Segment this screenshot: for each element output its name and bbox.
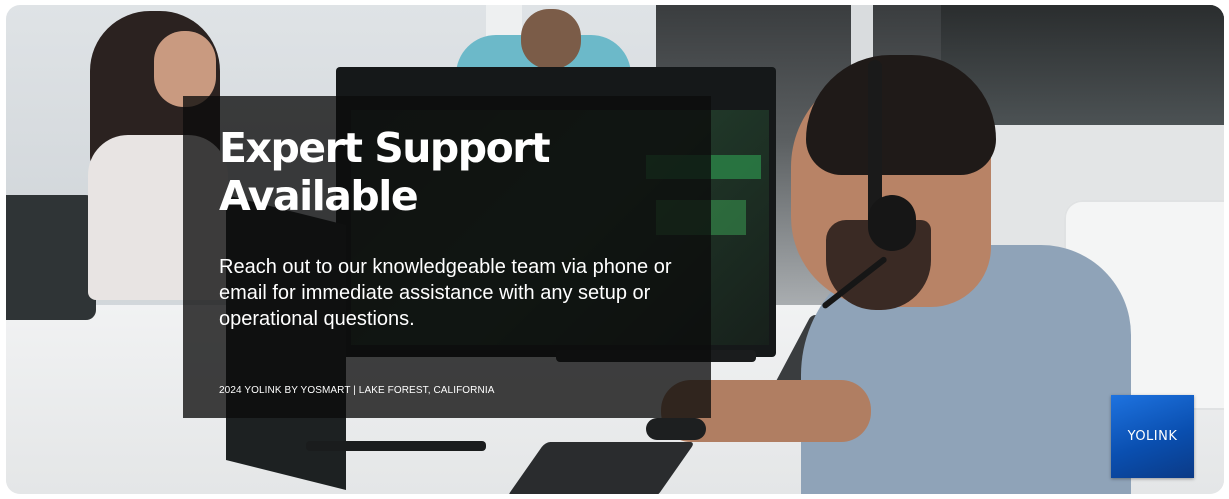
logo-text: YOLINK: [1127, 429, 1178, 444]
text-overlay-panel: Expert Support Available Reach out to ou…: [183, 96, 711, 418]
banner-headline: Expert Support Available: [219, 124, 551, 220]
banner-footer: 2024 YOLINK BY YOSMART | LAKE FOREST, CA…: [219, 385, 495, 396]
yolink-logo-icon: YOLINK: [1111, 395, 1194, 478]
banner-description: Reach out to our knowledgeable team via …: [219, 256, 672, 330]
support-banner: Expert Support Available Reach out to ou…: [6, 5, 1224, 494]
